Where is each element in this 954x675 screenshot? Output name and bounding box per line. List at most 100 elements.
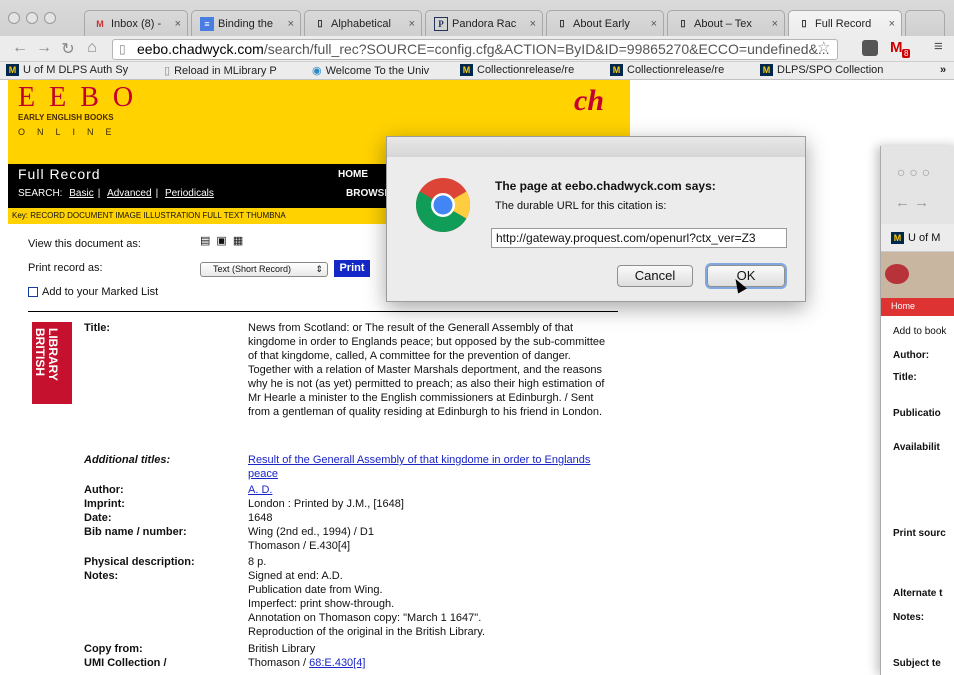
bookmark-label: U of M DLPS Auth Sy (23, 64, 129, 76)
tab-inbox[interactable]: M Inbox (8) - × (84, 10, 188, 36)
cancel-button[interactable]: Cancel (617, 265, 693, 287)
field-value: Reproduction of the original in the Brit… (248, 626, 486, 638)
tab-label: About – Tex (694, 17, 752, 30)
field-label: Notes: (84, 570, 119, 582)
forward-icon[interactable]: → (34, 39, 54, 57)
subtitle-line: EARLY ENGLISH BOOKS (18, 113, 114, 122)
durable-url-field[interactable]: http://gateway.proquest.com/openurl?ctx_… (491, 228, 787, 248)
close-icon[interactable]: × (409, 18, 415, 30)
field-label: Bib name / number: (84, 526, 187, 538)
marked-list-checkbox[interactable] (28, 287, 38, 297)
tab-binding[interactable]: ≡ Binding the × (191, 10, 301, 36)
mail-count-badge: 8 (902, 49, 911, 58)
print-format-select[interactable]: Text (Short Record) ⇕ (200, 262, 328, 277)
print-button[interactable]: Print (334, 260, 370, 277)
tab-alphabetical[interactable]: ▯ Alphabetical × (304, 10, 422, 36)
document-icon: ▯ (164, 65, 171, 77)
document-icon: ▯ (317, 18, 323, 28)
bookmark-item[interactable]: M DLPS/SPO Collection (760, 64, 883, 76)
globe-icon: ◉ (312, 65, 322, 77)
bookmark-bar: M U of M (881, 224, 954, 252)
close-icon[interactable]: × (889, 18, 895, 30)
chevron-down-icon: ⇕ (315, 264, 323, 274)
field-value: 8 p. (248, 556, 267, 568)
reload-icon[interactable]: ↻ (58, 39, 78, 59)
field-label: UMI Collection / (84, 657, 167, 669)
bookmark-item[interactable]: M U of M (891, 232, 940, 244)
bookmark-label: Collectionrelease/re (627, 64, 725, 76)
extension-icon[interactable] (862, 40, 878, 56)
collection-link[interactable]: 68:E.430[4] (309, 657, 365, 669)
field-label: Author: (893, 350, 930, 361)
search-advanced-link[interactable]: Advanced (107, 188, 151, 199)
document-icon: ▯ (801, 18, 807, 28)
tab-strip: M Inbox (8) - × ≡ Binding the × ▯ Alphab… (0, 0, 954, 36)
pandora-icon: P (434, 16, 448, 31)
author-link[interactable]: A. D. (248, 484, 272, 496)
tab-label: Alphabetical (331, 17, 391, 30)
marked-list-label: Add to your Marked List (42, 286, 159, 298)
full-text-icon[interactable]: ▦ (233, 234, 243, 247)
window-titlebar: ○ ○ ○ ← → (881, 146, 954, 224)
home-link[interactable]: HOME (338, 169, 368, 180)
zoom-window-button[interactable] (44, 12, 56, 24)
second-browser-window[interactable]: ○ ○ ○ ← → M U of M Home Add to book Autho… (880, 146, 954, 675)
close-icon[interactable]: × (651, 18, 657, 30)
divider (28, 311, 618, 312)
eebo-tcp-logo (885, 264, 909, 284)
google-docs-icon: ≡ (200, 16, 214, 31)
field-value: 1648 (248, 512, 273, 524)
collection-text: Thomason / (248, 657, 310, 669)
address-bar[interactable]: ▯ eebo.chadwyck.com/search/full_rec?SOUR… (112, 39, 838, 60)
home-icon[interactable]: ⌂ (82, 39, 102, 57)
bookmark-item[interactable]: ◉ Welcome To the Univ (312, 64, 429, 78)
bookmark-item[interactable]: ▯ Reload in MLibrary P (164, 64, 277, 78)
field-label: Imprint: (84, 498, 125, 510)
minimize-window-button[interactable] (26, 12, 38, 24)
bookmark-item[interactable]: M U of M DLPS Auth Sy (6, 64, 128, 76)
tab-about-text[interactable]: ▯ About – Tex × (667, 10, 785, 36)
close-icon[interactable]: × (175, 18, 181, 30)
close-window-button[interactable] (8, 12, 20, 24)
tab-label: Binding the (218, 17, 274, 30)
field-label: Title: (84, 322, 111, 334)
tab-full-record[interactable]: ▯ Full Record × (788, 10, 902, 36)
bookmark-star-icon[interactable]: ☆ (817, 38, 830, 56)
bookmarks-overflow-icon[interactable]: » (940, 64, 946, 76)
bookmark-item[interactable]: M Collectionrelease/re (460, 64, 574, 76)
javascript-alert-dialog: The page at eebo.chadwyck.com says: The … (386, 136, 806, 302)
tab-pandora[interactable]: P Pandora Rac × (425, 10, 543, 36)
bookmark-item[interactable]: M Collectionrelease/re (610, 64, 724, 76)
eebo-logo[interactable]: EEBO (18, 82, 147, 114)
new-tab-button[interactable] (905, 10, 945, 36)
field-value: British Library (248, 643, 316, 655)
record-icon[interactable]: ▤ (200, 234, 210, 247)
chadwyck-logo: ch (574, 84, 604, 117)
close-icon[interactable]: × (772, 18, 778, 30)
field-label: Title: (893, 372, 917, 383)
gmail-checker-icon[interactable]: M (890, 39, 903, 56)
bookmark-label: DLPS/SPO Collection (777, 64, 884, 76)
search-periodicals-link[interactable]: Periodicals (165, 188, 214, 199)
close-icon[interactable]: × (288, 18, 294, 30)
search-links: SEARCH: Basic | Advanced | Periodicals (18, 188, 214, 199)
additional-title-link[interactable]: Result of the Generall Assembly of that … (248, 454, 590, 480)
field-label: Alternate t (893, 588, 943, 599)
field-value: News from Scotland: or The result of the… (248, 322, 606, 418)
document-icon: ▯ (559, 18, 565, 28)
document-image-icon[interactable]: ▣ (216, 234, 226, 247)
url-path: /search/full_rec?SOURCE=config.cfg&ACTIO… (263, 41, 830, 57)
home-link[interactable]: Home (891, 301, 915, 311)
back-icon[interactable]: ← (10, 39, 30, 57)
field-label: Copy from: (84, 643, 143, 655)
field-value: Annotation on Thomason copy: "March 1 16… (248, 612, 482, 624)
ok-button[interactable]: OK (707, 265, 785, 287)
close-icon[interactable]: × (530, 18, 536, 30)
search-basic-link[interactable]: Basic (69, 188, 93, 199)
menu-icon[interactable]: ≡ (934, 38, 943, 55)
add-to-bookbag-link[interactable]: Add to book (893, 326, 946, 337)
browser-chrome: M Inbox (8) - × ≡ Binding the × ▯ Alphab… (0, 0, 954, 80)
eebo-online: ONLINE (18, 127, 124, 137)
bookmarks-bar: M U of M DLPS Auth Sy ▯ Reload in MLibrary… (0, 62, 954, 80)
tab-about-early[interactable]: ▯ About Early × (546, 10, 664, 36)
